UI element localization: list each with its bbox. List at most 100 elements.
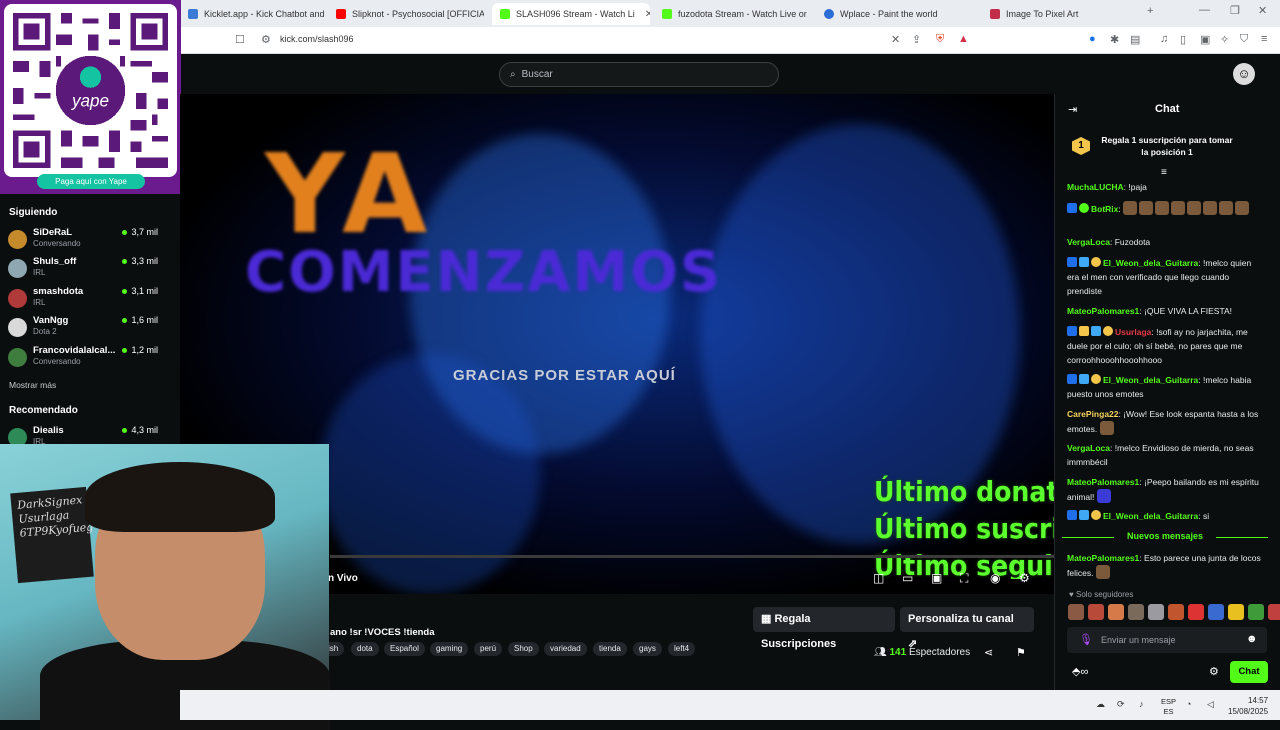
gift-icon: ▦ (761, 613, 775, 625)
show-more-link[interactable]: Mostrar más (9, 380, 56, 390)
customize-channel-button[interactable]: Personaliza tu canal ⇗ (900, 607, 1034, 650)
url-text[interactable]: kick.com/slash096 (280, 34, 354, 44)
tag-chip[interactable]: gays (633, 642, 662, 656)
pixelart-favicon-icon (990, 9, 1000, 19)
leo-icon[interactable]: ✧ (1220, 33, 1229, 46)
emote-icon[interactable] (1228, 604, 1244, 620)
emote-icon[interactable] (1208, 604, 1224, 620)
emote-icon (1139, 201, 1154, 215)
tag-chip[interactable]: dota (351, 642, 379, 656)
extension-icon[interactable]: ● (1089, 33, 1096, 45)
emote-icon[interactable] (1248, 604, 1264, 620)
emote-icon[interactable] (1088, 604, 1104, 620)
badge-icon (1079, 326, 1089, 336)
system-clock[interactable]: 14:57 15/08/2025 (1228, 695, 1268, 717)
new-messages-divider[interactable]: Nuevos mensajes (1060, 531, 1270, 541)
tab-wplace[interactable]: Wplace - Paint the world (816, 3, 972, 25)
tag-chip[interactable]: Español (384, 642, 425, 656)
emote-icon[interactable] (1108, 604, 1124, 620)
new-tab-icon[interactable]: + (1147, 5, 1153, 17)
cloud-icon[interactable]: ☁ (1096, 699, 1105, 710)
address-bar: ☐ ⚙ kick.com/slash096 ✕ ⇪ ⛨ ▲ ● ✱ ▤ ♫ ▯ … (0, 27, 1280, 54)
puzzle-icon[interactable]: ✱ (1110, 33, 1119, 46)
site-info-icon[interactable]: ⚙ (261, 33, 271, 46)
emote-icon[interactable] (1068, 604, 1084, 620)
chat-settings-icon[interactable]: ⚙ (1209, 665, 1219, 678)
emote-icon (1095, 565, 1110, 579)
emote-icon[interactable] (1268, 604, 1280, 620)
tab-search-icon[interactable]: ▤ (1130, 33, 1140, 46)
close-window-icon[interactable]: ✕ (1258, 4, 1267, 17)
vpn-icon[interactable]: ⛉ (1240, 33, 1248, 46)
emote-icon[interactable] (1148, 604, 1164, 620)
mic-icon[interactable]: 🎙︎ (1079, 633, 1093, 646)
user-avatar[interactable]: ☺ (1233, 63, 1255, 85)
send-chat-button[interactable]: Chat (1230, 661, 1268, 683)
tag-chip[interactable]: Shop (508, 642, 539, 656)
media-icon[interactable]: ♫ (1160, 33, 1168, 45)
report-icon[interactable]: ⚑ (1016, 646, 1026, 659)
quality-icon[interactable]: ◉ (990, 571, 1000, 585)
tab-slash096[interactable]: SLASH096 Stream - Watch Li ✕ (492, 3, 650, 25)
viewer-count: 👥︎ 141 Espectadores (874, 647, 971, 658)
emote-icon[interactable] (1128, 604, 1144, 620)
close-tab-icon[interactable]: ✕ (645, 9, 650, 20)
tag-chip[interactable]: left4 (668, 642, 696, 656)
network-icon[interactable]: ⟳ (1117, 699, 1125, 710)
language-indicator[interactable]: ESP ES (1161, 697, 1176, 717)
gift-leaderboard-prompt[interactable]: Regala 1 suscripción para tomar la posic… (1100, 134, 1234, 158)
sidebar-item-smashdota[interactable]: smashdota IRL 3,1 mil (8, 286, 158, 314)
emote-icon (1155, 201, 1170, 215)
settings-gear-icon[interactable]: ⚙ (1019, 571, 1030, 585)
emoji-icon[interactable]: ☻ (1246, 633, 1258, 645)
tag-chip[interactable]: perú (474, 642, 503, 656)
wallet-icon[interactable]: ▣ (1200, 33, 1210, 46)
verified-icon (1079, 203, 1089, 213)
volume-icon[interactable]: ♪ (1139, 699, 1144, 709)
minimize-icon[interactable]: — (1199, 4, 1210, 16)
sidebar-icon[interactable]: ▯ (1180, 33, 1186, 46)
menu-icon[interactable]: ≡ (1261, 33, 1267, 45)
chat-message: MateoPalomares1: Esto parece una junta d… (1067, 553, 1261, 579)
tag-chip[interactable]: tienda (593, 642, 627, 656)
emote-icon[interactable] (1188, 604, 1204, 620)
expand-icon[interactable]: ≡ (1161, 167, 1167, 178)
miniplayer-icon[interactable]: ▣ (931, 571, 942, 585)
speaker-icon[interactable]: ◁ (1207, 699, 1214, 710)
points-icon[interactable]: ⬘∞ (1072, 665, 1088, 678)
theater-mode-icon[interactable]: ◫ (873, 571, 884, 585)
video-progress-bar[interactable] (330, 555, 1054, 558)
badge-icon (1091, 257, 1101, 267)
search-input[interactable]: ⌕ Buscar (499, 62, 779, 87)
wifi-icon[interactable]: ◔ (1186, 699, 1191, 709)
share-icon[interactable]: ⇪ (912, 33, 921, 46)
share-icon[interactable]: ⋖ (984, 646, 993, 659)
maximize-icon[interactable]: ❐ (1230, 4, 1240, 17)
tab-pixel-art[interactable]: Image To Pixel Art (982, 3, 1138, 25)
emote-icon (1099, 421, 1114, 435)
qr-code: yape (4, 4, 177, 177)
collapse-chat-icon[interactable]: ⇥ (1068, 103, 1077, 116)
tag-chip[interactable]: variedad (544, 642, 587, 656)
sidebar-item-francovidal[interactable]: Francovidalalcal... Conversando 1,2 mil (8, 345, 158, 373)
sidebar-item-siderail[interactable]: SiDeRaL Conversando 3,7 mil (8, 227, 158, 255)
tab-fuzodota[interactable]: fuzodota Stream - Watch Live or (654, 3, 810, 25)
emote-icon[interactable] (1168, 604, 1184, 620)
chat-message: VergaLoca: !melco Envidioso de mierda, n… (1067, 443, 1254, 467)
bookmark-icon[interactable]: ☐ (235, 33, 245, 46)
followers-only-label: ♥ Solo seguidores (1069, 590, 1134, 599)
chat-message: BotRix: (1067, 201, 1263, 216)
sidebar-item-vanngg[interactable]: VanNgg Dota 2 1,6 mil (8, 315, 158, 343)
mute-icon[interactable]: ✕ (891, 33, 900, 46)
chat-message-input[interactable]: Enviar un mensaje (1067, 627, 1267, 653)
tag-chip[interactable]: gaming (430, 642, 469, 656)
rewards-icon[interactable]: ▲ (958, 33, 969, 45)
clip-icon[interactable]: ▭ (902, 571, 913, 585)
sidebar-item-shuls-off[interactable]: Shuls_off IRL 3,3 mil (8, 256, 158, 284)
webcam-poster: DarkSignex Usurlaga 6TP9Kyofueg (10, 486, 94, 584)
gift-subs-button[interactable]: ▦ Regala Suscripciones (753, 607, 895, 650)
brave-shield-icon[interactable]: ⛨ (936, 33, 944, 46)
tab-slipknot[interactable]: Slipknot - Psychosocial [OFFICIAL (328, 3, 484, 25)
fullscreen-icon[interactable]: ⛶ (960, 571, 968, 586)
tab-kicklet[interactable]: Kicklet.app - Kick Chatbot and Overl (180, 3, 326, 25)
